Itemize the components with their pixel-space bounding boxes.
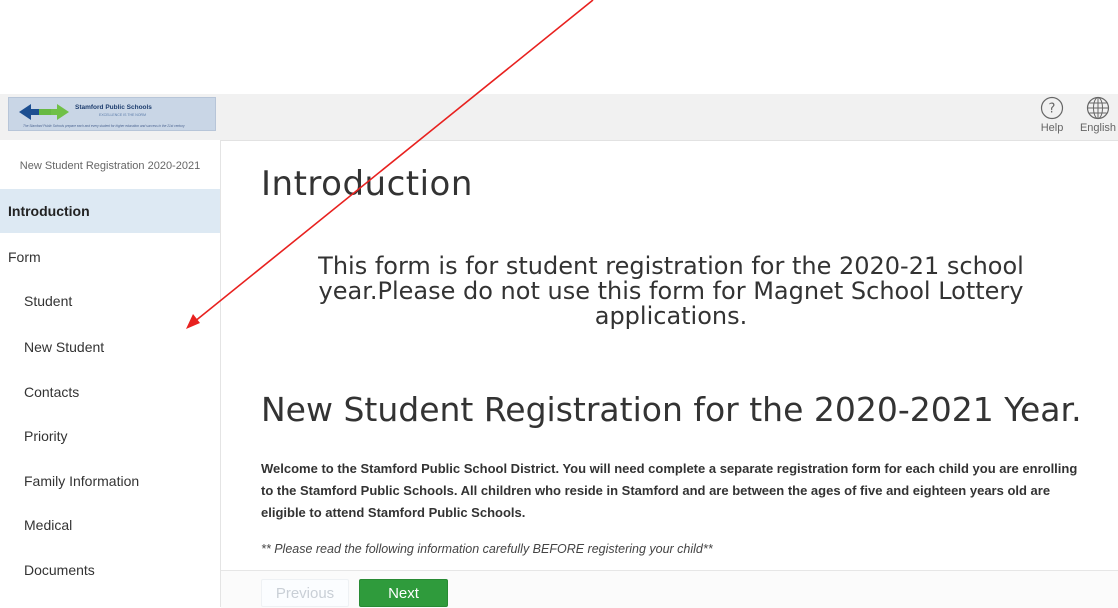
logo-name: Stamford Public Schools <box>75 104 152 111</box>
logo-tagline: EXCELLENCE IS THE NORM <box>99 113 147 117</box>
logo-motto: The Stamford Public Schools prepare each… <box>23 124 185 128</box>
svg-text:?: ? <box>1049 102 1056 117</box>
help-label: Help <box>1040 122 1064 134</box>
sidebar-item-priority[interactable]: Priority <box>0 414 220 458</box>
sidebar-item-family-information[interactable]: Family Information <box>0 459 220 503</box>
sidebar-item-form[interactable]: Form <box>0 235 220 279</box>
sidebar-item-new-student[interactable]: New Student <box>0 325 220 369</box>
welcome-paragraph: Welcome to the Stamford Public School Di… <box>261 461 1078 520</box>
language-button[interactable]: English <box>1076 96 1118 138</box>
district-logo[interactable]: Stamford Public Schools EXCELLENCE IS TH… <box>8 97 216 131</box>
sidebar-item-contacts[interactable]: Contacts <box>0 370 220 414</box>
next-button[interactable]: Next <box>359 579 448 607</box>
main-content: Introduction This form is for student re… <box>221 140 1118 570</box>
app-header: Stamford Public Schools EXCELLENCE IS TH… <box>0 94 1118 141</box>
page-title: Introduction <box>261 164 473 204</box>
globe-icon <box>1086 96 1110 120</box>
form-footer: Previous Next <box>221 570 1118 608</box>
sidebar-item-student[interactable]: Student <box>0 279 220 323</box>
registration-heading: New Student Registration for the 2020-20… <box>261 390 1082 429</box>
help-button[interactable]: ? Help <box>1030 96 1074 138</box>
registration-notice: This form is for student registration fo… <box>318 252 1024 330</box>
sidebar-title: New Student Registration 2020-2021 <box>19 160 201 172</box>
sidebar-nav: New Student Registration 2020-2021 Intro… <box>0 140 221 607</box>
read-carefully-note: ** Please read the following information… <box>261 542 713 556</box>
previous-button[interactable]: Previous <box>261 579 349 607</box>
sidebar-item-introduction[interactable]: Introduction <box>0 189 220 233</box>
sidebar-item-documents[interactable]: Documents <box>0 548 220 592</box>
top-whitespace <box>0 0 1118 94</box>
question-circle-icon: ? <box>1040 96 1064 120</box>
logo-arrows-icon <box>19 104 69 120</box>
language-label: English <box>1079 122 1117 134</box>
sidebar-item-medical[interactable]: Medical <box>0 503 220 547</box>
